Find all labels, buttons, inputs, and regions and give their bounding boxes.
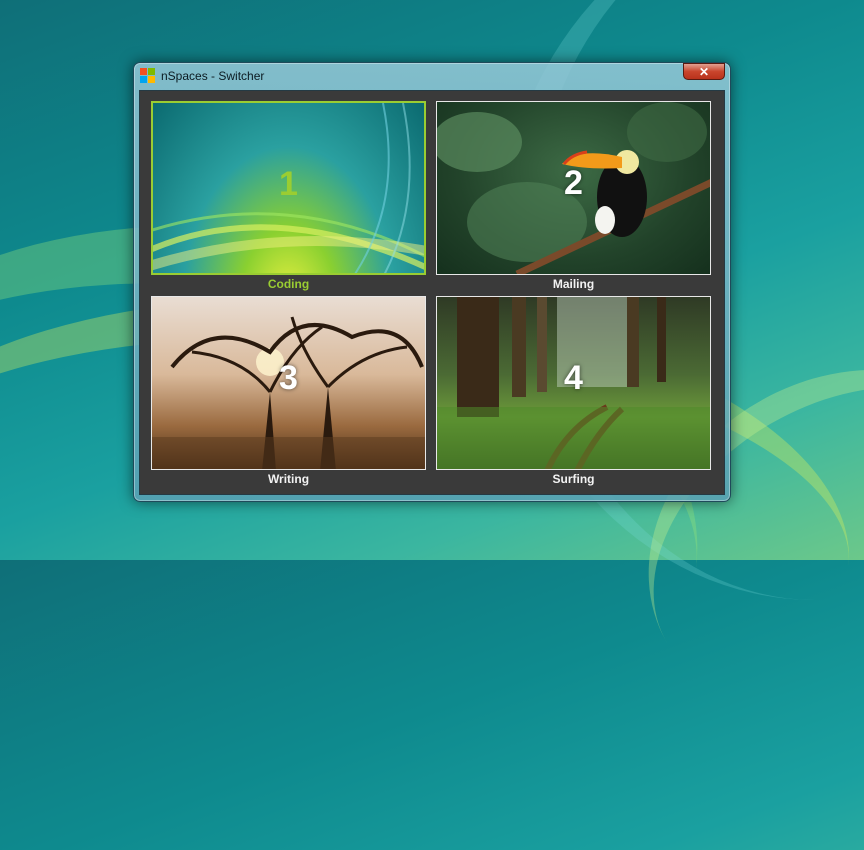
space-label: Coding — [267, 277, 310, 291]
space-number: 2 — [564, 164, 583, 202]
space-mailing[interactable]: 2 Mailing — [436, 101, 711, 291]
space-thumbnail[interactable]: 2 — [436, 101, 711, 275]
spaces-panel: 1 Coding 2 Mailing 3 Writing 4 Surfing — [139, 90, 725, 495]
switcher-window: nSpaces - Switcher ✕ 1 Coding 2 Mailing … — [133, 62, 731, 502]
close-button[interactable]: ✕ — [683, 63, 725, 80]
title-bar[interactable]: nSpaces - Switcher ✕ — [134, 63, 730, 89]
space-writing[interactable]: 3 Writing — [151, 296, 426, 486]
space-number: 1 — [279, 165, 298, 203]
space-number: 3 — [279, 359, 298, 397]
window-title: nSpaces - Switcher — [161, 69, 265, 83]
space-label: Surfing — [552, 472, 595, 486]
space-surfing[interactable]: 4 Surfing — [436, 296, 711, 486]
space-label: Mailing — [552, 277, 595, 291]
space-label: Writing — [267, 472, 310, 486]
windows-flag-icon — [140, 68, 156, 84]
space-thumbnail[interactable]: 3 — [151, 296, 426, 470]
space-coding[interactable]: 1 Coding — [151, 101, 426, 291]
space-number: 4 — [564, 359, 583, 397]
close-icon: ✕ — [698, 65, 710, 79]
space-thumbnail[interactable]: 1 — [151, 101, 426, 275]
space-thumbnail[interactable]: 4 — [436, 296, 711, 470]
